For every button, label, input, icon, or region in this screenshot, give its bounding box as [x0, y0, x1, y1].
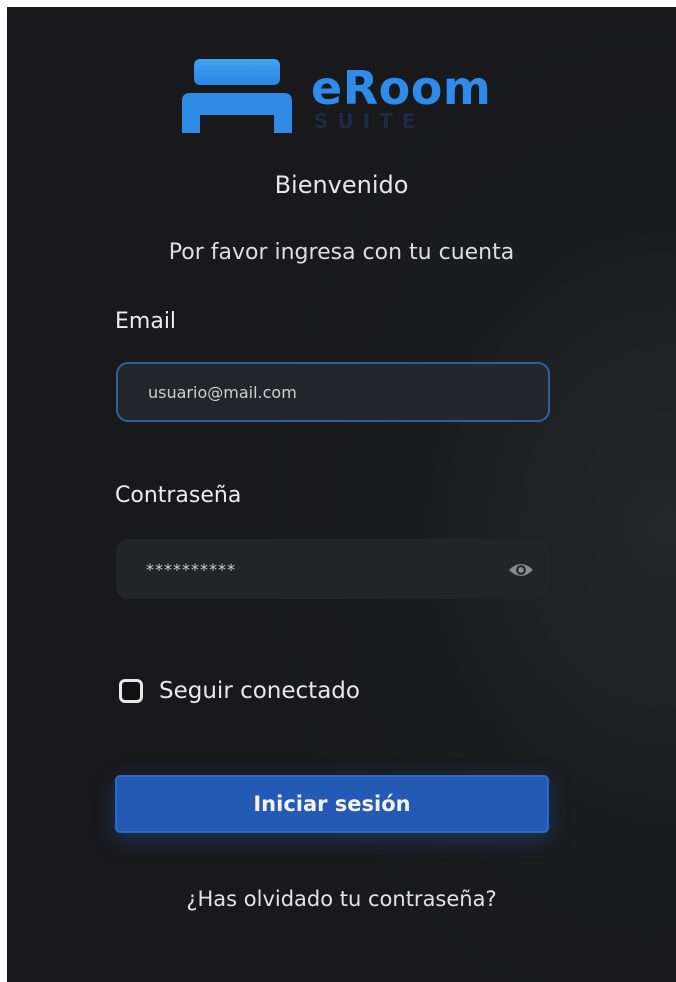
brand-logo: eRoom SUITE	[180, 59, 500, 139]
login-button[interactable]: Iniciar sesión	[115, 775, 549, 833]
password-value: **********	[146, 559, 236, 579]
brand-name: eRoom	[311, 61, 492, 115]
bed-icon	[182, 59, 292, 133]
email-value: usuario@mail.com	[148, 382, 297, 402]
stay-signed-in[interactable]: Seguir conectado	[119, 678, 360, 704]
eye-icon[interactable]	[508, 557, 534, 583]
login-screen: eRoom SUITE Bienvenido Por favor ingresa…	[7, 7, 676, 982]
brand-tagline: SUITE	[314, 109, 425, 133]
forgot-password-link[interactable]: ¿Has olvidado tu contraseña?	[7, 887, 676, 911]
stay-signed-in-label: Seguir conectado	[159, 678, 360, 704]
password-label: Contraseña	[115, 483, 242, 508]
password-field[interactable]: **********	[116, 539, 550, 599]
email-label: Email	[115, 309, 177, 334]
email-field[interactable]: usuario@mail.com	[116, 362, 550, 422]
stay-signed-in-checkbox[interactable]	[119, 679, 143, 703]
login-prompt: Por favor ingresa con tu cuenta	[168, 240, 515, 265]
welcome-heading: Bienvenido	[274, 171, 409, 199]
